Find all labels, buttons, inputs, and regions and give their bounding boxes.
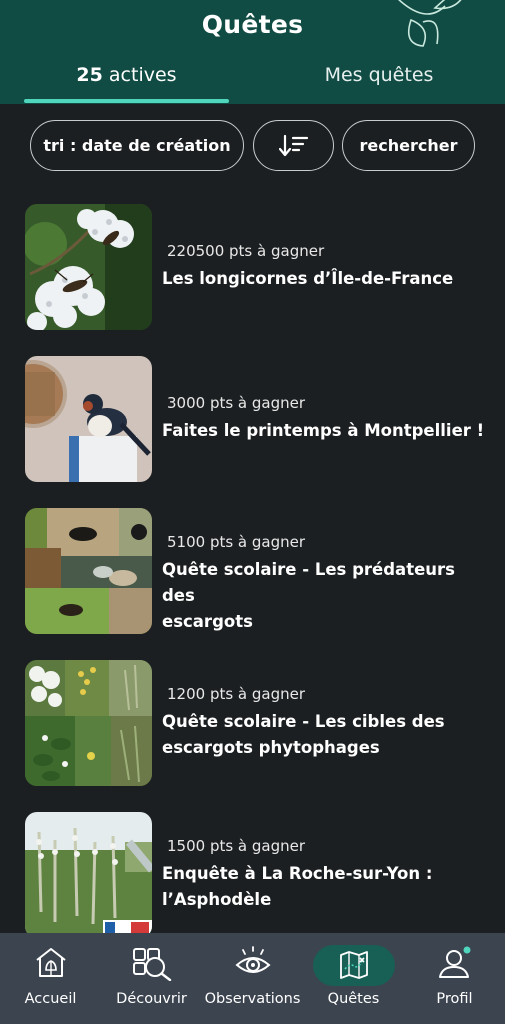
sort-order-button[interactable] bbox=[253, 120, 334, 171]
quest-title-line: Enquête à La Roche-sur-Yon : bbox=[162, 864, 433, 883]
quest-item[interactable]: 3000 pts à gagner Faites le printemps à … bbox=[25, 356, 485, 484]
quest-item[interactable]: 1200 pts à gagner Quête scolaire - Les c… bbox=[25, 660, 485, 788]
quest-points: 3000 pts à gagner bbox=[167, 394, 306, 412]
nav-label: Quêtes bbox=[327, 991, 380, 1007]
active-count: 25 bbox=[76, 64, 103, 86]
bottom-navigation: Accueil Découvrir Observations Quêtes Pr… bbox=[0, 933, 505, 1024]
quest-title: Les longicornes d’Île-de-France bbox=[162, 266, 453, 292]
quest-text: 3000 pts à gagner Faites le printemps à … bbox=[162, 394, 484, 444]
nav-label: Observations bbox=[204, 991, 301, 1007]
quest-thumbnail bbox=[25, 660, 152, 786]
nav-accueil[interactable]: Accueil bbox=[0, 933, 101, 1024]
nav-quetes[interactable]: Quêtes bbox=[303, 933, 404, 1024]
quest-text: 1200 pts à gagner Quête scolaire - Les c… bbox=[162, 685, 445, 761]
notification-dot bbox=[463, 946, 470, 954]
quest-title: Faites le printemps à Montpellier ! bbox=[162, 418, 484, 444]
quest-title-line: escargots phytophages bbox=[162, 738, 380, 757]
quest-title-line: Les longicornes d’Île-de-France bbox=[162, 269, 454, 288]
active-tab-indicator bbox=[24, 99, 229, 103]
quest-item[interactable]: 220500 pts à gagner Les longicornes d’Îl… bbox=[25, 204, 485, 332]
quest-item[interactable]: 5100 pts à gagner Quête scolaire - Les p… bbox=[25, 508, 485, 636]
tab-my-quests[interactable]: Mes quêtes bbox=[270, 64, 488, 104]
quest-points: 5100 pts à gagner bbox=[167, 533, 306, 551]
page-title: Quêtes bbox=[201, 10, 304, 39]
quest-thumbnail bbox=[25, 204, 152, 330]
quest-title-line: escargots bbox=[162, 612, 253, 631]
quest-points: 220500 pts à gagner bbox=[167, 242, 325, 260]
quest-text: 5100 pts à gagner Quête scolaire - Les p… bbox=[162, 533, 485, 635]
quest-points: 1200 pts à gagner bbox=[167, 685, 306, 703]
quest-title: Quête scolaire - Les cibles des escargot… bbox=[162, 709, 445, 761]
quest-thumbnail bbox=[25, 812, 152, 938]
profile-icon bbox=[438, 946, 470, 978]
tab-active-label: actives bbox=[102, 64, 177, 86]
nav-decouvrir[interactable]: Découvrir bbox=[101, 933, 202, 1024]
quest-points: 1500 pts à gagner bbox=[167, 837, 306, 855]
quest-item[interactable]: 1500 pts à gagner Enquête à La Roche-sur… bbox=[25, 812, 485, 940]
nav-profil[interactable]: Profil bbox=[404, 933, 505, 1024]
quest-title: Enquête à La Roche-sur-Yon : l’Asphodèle bbox=[162, 861, 432, 913]
nav-observations[interactable]: Observations bbox=[202, 933, 303, 1024]
nav-label: Accueil bbox=[24, 991, 77, 1007]
quest-text: 220500 pts à gagner Les longicornes d’Îl… bbox=[162, 242, 453, 292]
quest-text: 1500 pts à gagner Enquête à La Roche-sur… bbox=[162, 837, 432, 913]
sort-button[interactable]: tri : date de création bbox=[30, 120, 244, 171]
nav-label: Découvrir bbox=[116, 991, 187, 1007]
discover-icon bbox=[132, 948, 171, 981]
header: Quêtes 25 actives Mes quêtes bbox=[0, 0, 505, 104]
quest-title-line: Quête scolaire - Les prédateurs des bbox=[162, 560, 455, 605]
sort-descending-icon bbox=[278, 134, 308, 156]
nav-label: Profil bbox=[436, 991, 473, 1007]
eye-icon bbox=[234, 946, 271, 973]
tab-active-quests[interactable]: 25 actives bbox=[24, 64, 229, 104]
map-icon bbox=[339, 951, 368, 979]
quest-title-line: Faites le printemps à Montpellier ! bbox=[162, 421, 485, 440]
quest-thumbnail bbox=[25, 508, 152, 634]
quest-thumbnail bbox=[25, 356, 152, 482]
quest-title-line: l’Asphodèle bbox=[162, 890, 272, 909]
search-button[interactable]: rechercher bbox=[342, 120, 475, 171]
quest-title-line: Quête scolaire - Les cibles des bbox=[162, 712, 445, 731]
home-icon bbox=[35, 948, 66, 977]
quest-title: Quête scolaire - Les prédateurs des esca… bbox=[162, 557, 485, 635]
